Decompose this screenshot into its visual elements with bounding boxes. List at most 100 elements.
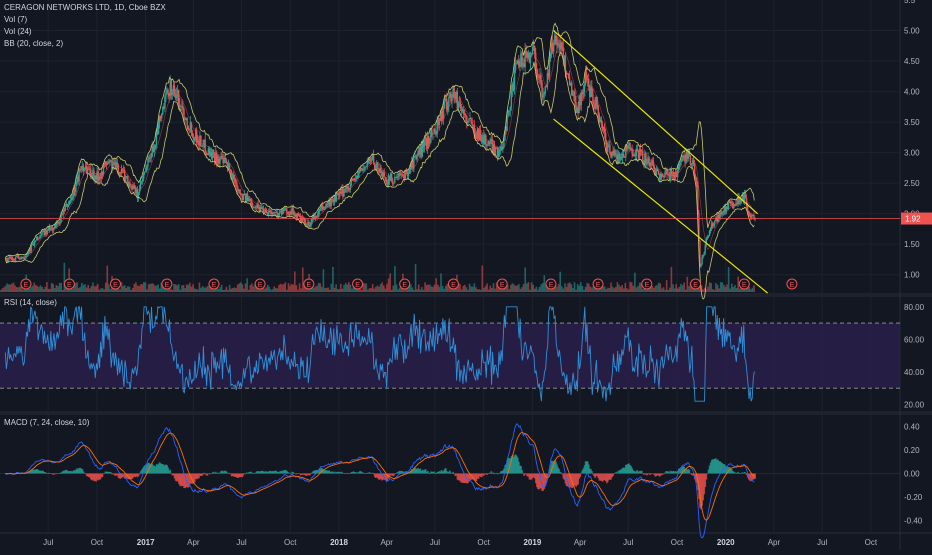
candle-body [714,220,716,225]
volume-bar [646,289,649,292]
candle-body [129,182,131,187]
candle-body [486,145,488,147]
candle-body [262,208,265,213]
volume-bar [278,285,280,292]
chart-canvas[interactable]: Jul Oct 2017 Apr Jul Oct 2018 Apr Jul Oct 2019 Apr J… [0,0,932,550]
volume-bar [150,283,153,292]
volume-bar [247,289,250,292]
earnings-marker-label: E [402,282,407,289]
volume-bar [316,285,318,292]
volume-bar [273,286,275,292]
candle-body [202,142,204,147]
macd-axis-label: 0.40 [904,423,920,432]
volume-bar [392,285,395,292]
volume-bar [101,288,104,292]
candle-body [182,105,184,110]
candle-body [509,106,511,111]
volume-bar [478,289,480,292]
candle-body [448,97,450,107]
volume-bar [297,289,299,292]
volume-bar [427,284,430,292]
volume-bar [716,284,719,292]
candle-body [631,148,633,154]
volume-bar [330,283,333,292]
candle-body [323,208,325,210]
volume-bar [526,283,528,292]
volume-bar [176,285,178,292]
volume-bar [513,284,515,292]
volume-bar [144,282,147,292]
volume-bar [559,271,561,292]
volume-bar [321,286,323,292]
volume-bar [615,286,617,292]
volume-bar [22,289,24,292]
volume-bar [726,284,728,292]
candle-body [108,162,110,164]
candle-body [144,171,146,174]
candle-body [187,125,189,130]
candle-body [383,172,385,178]
volume-bar [567,283,569,292]
volume-bar [239,282,242,292]
macd-histogram-bar [642,472,644,474]
volume-bar [58,282,61,292]
candle-body [317,211,320,217]
volume-bar [149,283,151,292]
candle-body [627,146,629,150]
candle-body [78,169,80,182]
volume-bar [587,283,590,292]
macd-histogram-bar [428,472,430,474]
volume-bar [125,287,128,292]
volume-bar [154,285,156,292]
candle-body [709,227,712,231]
candle-body [607,145,609,152]
volume-bar [336,289,339,292]
volume-bar [332,266,334,292]
volume-bar [360,289,363,292]
candle-body [70,197,73,200]
vol7-label: Vol (7) [4,15,28,24]
candle-body [384,177,386,180]
volume-bar [348,282,350,292]
macd-histogram-bar [349,473,352,474]
candle-body [410,167,412,170]
volume-bar [120,282,123,292]
volume-bar [486,283,488,292]
stock-chart[interactable]: Jul Oct 2017 Apr Jul Oct 2018 Apr Jul Oct 2019 Apr J… [0,0,932,550]
legend-title: CERAGON NETWORKS LTD, 1D, Cboe BZX [4,3,166,13]
volume-bar [533,288,536,292]
volume-bar [84,284,86,292]
candle-body [372,155,375,164]
candle-body [72,196,74,198]
candle-body [661,173,663,176]
volume-bar [654,285,657,292]
volume-bar [532,284,534,292]
candle-body [154,144,157,149]
candle-body [540,75,542,83]
volume-bar [565,286,568,292]
volume-bar [521,287,523,292]
candle-body [24,257,26,259]
volume-bar [14,285,16,292]
candle-body [510,90,513,107]
volume-bar [417,284,420,292]
candle-body [306,223,308,225]
candle-body [465,114,467,117]
candle-body [41,231,43,236]
macd-histogram-bar [688,469,691,474]
volume-bar [324,288,326,292]
candle-body [250,199,252,201]
candle-body [405,170,408,173]
volume-bar [468,283,471,292]
earnings-marker-label: E [306,282,311,289]
candle-body [702,254,704,258]
candle-body [186,118,188,126]
volume-bar [71,289,74,292]
candle-body [365,165,367,168]
volume-bar [657,282,660,292]
volume-bar [637,285,639,292]
volume-bar [406,288,409,292]
candle-body [233,174,235,180]
candle-body [153,148,156,152]
candle-body [453,87,455,98]
